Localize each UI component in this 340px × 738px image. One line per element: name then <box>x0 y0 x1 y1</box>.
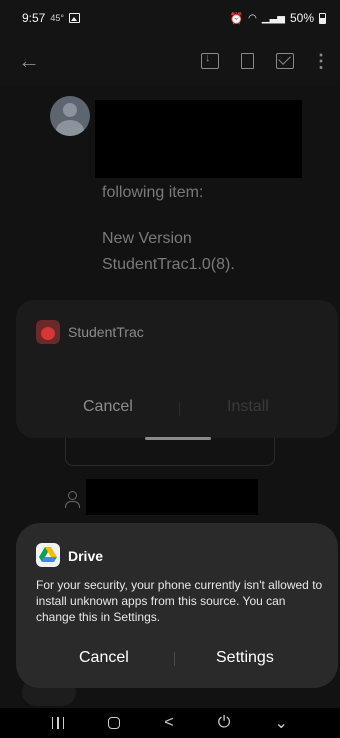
status-time: 9:57 <box>22 11 46 25</box>
signal-icon: ▁▃▅ <box>261 12 285 24</box>
alarm-icon: ⏰ <box>229 12 244 25</box>
back-icon[interactable]: < <box>164 714 173 732</box>
home-icon[interactable] <box>108 717 121 729</box>
install-cancel-button[interactable]: Cancel <box>83 398 133 416</box>
drive-icon <box>36 543 60 567</box>
status-bar: 9:57 45° ⏰ ◠ ▁▃▅ 50% <box>0 0 340 36</box>
sheet-handle[interactable] <box>145 437 211 440</box>
recents-icon[interactable] <box>52 717 65 729</box>
mail-icon[interactable] <box>276 53 294 69</box>
sender-avatar <box>50 96 90 136</box>
chevron-down-icon[interactable]: ⌄ <box>274 713 287 733</box>
install-app-name: StudentTrac <box>68 324 144 340</box>
install-sheet: StudentTrac Cancel Install <box>16 300 338 438</box>
install-button[interactable]: Install <box>227 398 269 416</box>
status-temperature: 45° <box>50 13 64 23</box>
unknown-apps-dialog: Drive For your security, your phone curr… <box>16 523 338 688</box>
studenttrac-app-icon <box>36 320 60 344</box>
arrow-left-icon[interactable]: ← <box>18 48 40 74</box>
redacted-block <box>86 479 258 515</box>
dialog-settings-button[interactable]: Settings <box>216 649 274 667</box>
battery-percent: 50% <box>289 11 314 25</box>
email-body-line: New Version <box>102 230 192 247</box>
system-navbar: < ⏻ ⌄ <box>0 708 340 738</box>
redacted-block <box>95 100 302 178</box>
dialog-message: For your security, your phone currently … <box>36 578 323 624</box>
attachment-card <box>65 436 275 466</box>
wifi-icon: ◠ <box>248 12 257 24</box>
email-toolbar: ← ⋮ <box>0 36 340 86</box>
email-body-line: following item: <box>102 184 204 201</box>
archive-icon[interactable] <box>201 52 219 69</box>
gallery-notification-icon <box>68 13 80 23</box>
power-icon[interactable]: ⏻ <box>218 714 231 732</box>
more-vert-icon[interactable]: ⋮ <box>312 51 330 72</box>
battery-icon <box>319 12 326 24</box>
person-icon <box>65 491 80 508</box>
email-body-line: StudentTrac1.0(8). <box>102 256 235 273</box>
dialog-cancel-button[interactable]: Cancel <box>79 649 129 667</box>
divider <box>174 652 175 666</box>
trash-icon[interactable] <box>241 53 254 69</box>
dialog-app-name: Drive <box>68 548 104 564</box>
divider <box>179 402 180 416</box>
